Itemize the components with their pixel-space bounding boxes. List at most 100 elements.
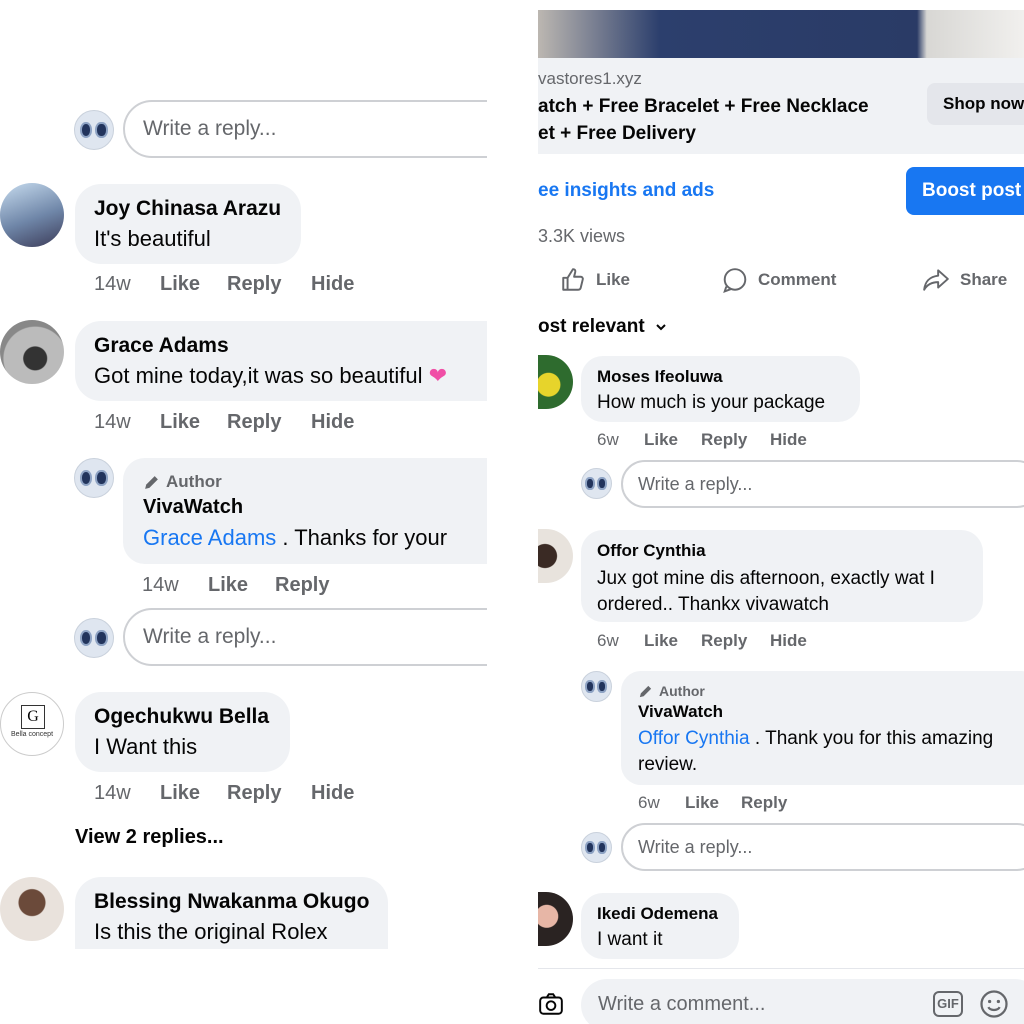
link-preview[interactable]: vastores1.xyz atch + Free Bracelet + Fre… [538,58,1024,154]
comment-action[interactable]: Comment [722,267,836,293]
hide-link[interactable]: Hide [770,631,807,651]
comment-author[interactable]: Moses Ifeoluwa [597,367,860,387]
comment-bubble: Joy Chinasa Arazu It's beautiful [75,184,301,264]
reply-input[interactable]: Write a reply... [621,823,1024,871]
comment-time: 6w [597,631,619,650]
comment-text: Got mine today,it was so beautiful ❤ [94,363,448,388]
author-name[interactable]: VivaWatch [143,496,487,519]
reply-link[interactable]: Reply [741,793,787,813]
like-link[interactable]: Like [208,574,275,597]
views-count: 3.3K views [538,226,626,246]
comment-bubble: Ogechukwu Bella I Want this [75,692,290,772]
reply-input[interactable]: Write a reply... [123,608,487,666]
reply-link[interactable]: Reply [227,273,311,296]
author-reply-bubble: Author VivaWatch Offor Cynthia . Thank y… [621,671,1024,785]
page-avatar [581,671,612,702]
comment-time: 14w [142,574,179,596]
reply-input[interactable]: Write a reply... [123,100,487,158]
thumbs-up-icon [560,267,586,293]
avatar[interactable] [538,892,573,946]
left-comments-panel: Write a reply... Joy Chinasa Arazu It's … [0,0,487,1024]
chevron-down-icon [655,323,667,331]
like-link[interactable]: Like [685,793,741,813]
page-avatar [581,468,612,499]
sort-dropdown[interactable]: ost relevant [538,316,667,338]
comment-bubble: Offor Cynthia Jux got mine dis afternoon… [581,530,983,622]
comment-time: 6w [638,793,660,812]
link-title: atch + Free Bracelet + Free Necklace et … [538,96,869,144]
mention-link[interactable]: Offor Cynthia [638,728,750,749]
like-link[interactable]: Like [644,430,701,450]
comment-meta: 14w Like Reply [142,574,329,597]
comment-text: I Want this [94,734,198,759]
pen-icon [638,684,653,699]
reply-link[interactable]: Reply [227,782,311,805]
like-link[interactable]: Like [160,273,227,296]
comment-text: Jux got mine dis afternoon, exactly wat … [597,568,935,615]
shop-now-button[interactable]: Shop now [927,83,1024,125]
hide-link[interactable]: Hide [311,782,354,805]
reply-placeholder: Write a reply... [638,473,753,494]
author-tag: Author [143,472,487,492]
comment-author[interactable]: Ikedi Odemena [597,904,739,924]
comment-bubble: Grace Adams Got mine today,it was so bea… [75,321,487,401]
emoji-icon[interactable] [979,989,1009,1019]
composer-divider [538,968,1024,969]
reply-placeholder: Write a reply... [638,836,753,857]
hide-link[interactable]: Hide [311,411,354,434]
comment-author[interactable]: Blessing Nwakanma Okugo [94,890,388,914]
post-image[interactable] [538,10,1024,58]
hide-link[interactable]: Hide [770,430,807,450]
link-domain: vastores1.xyz [538,69,642,88]
avatar[interactable] [538,355,573,409]
comment-author[interactable]: Joy Chinasa Arazu [94,197,301,221]
comment-bubble: Moses Ifeoluwa How much is your package [581,356,860,422]
hide-link[interactable]: Hide [311,273,354,296]
page-avatar [74,618,114,658]
comment-text: Is this the original Rolex [94,919,328,944]
comment-time: 14w [94,411,131,433]
reply-placeholder: Write a reply... [143,625,277,648]
comment-bubble: Ikedi Odemena I want it [581,893,739,959]
camera-icon[interactable] [538,991,564,1017]
share-icon [922,267,950,293]
comment-author[interactable]: Ogechukwu Bella [94,705,290,729]
like-link[interactable]: Like [644,631,701,651]
reply-link[interactable]: Reply [227,411,311,434]
comment-meta: 6w Like Reply Hide [597,631,807,651]
reply-link[interactable]: Reply [701,631,770,651]
reply-input[interactable]: Write a reply... [621,460,1024,508]
comment-meta: 14w Like Reply Hide [94,782,354,805]
like-link[interactable]: Like [160,411,227,434]
comment-input[interactable]: Write a comment... GIF [581,979,1024,1024]
avatar[interactable]: G Bella concept [0,692,64,756]
comment-author[interactable]: Offor Cynthia [597,541,983,561]
reply-link[interactable]: Reply [701,430,770,450]
like-link[interactable]: Like [160,782,227,805]
comment-time: 14w [94,782,131,804]
avatar[interactable] [0,320,64,384]
comment-text: It's beautiful [94,226,211,251]
boost-post-button[interactable]: Boost post [906,167,1024,215]
reply-link[interactable]: Reply [275,574,329,597]
mention-link[interactable]: Grace Adams [143,525,276,550]
bella-concept-logo: G [21,705,45,729]
comment-bubble: Blessing Nwakanma Okugo Is this the orig… [75,877,388,949]
reply-text: Offor Cynthia . Thank you for this amazi… [638,728,994,775]
insights-link[interactable]: ee insights and ads [538,180,714,202]
gif-icon[interactable]: GIF [933,991,963,1017]
page-avatar [74,110,114,150]
comment-text: I want it [597,929,663,950]
comment-placeholder: Write a comment... [598,993,766,1015]
comment-author[interactable]: Grace Adams [94,334,487,358]
share-action[interactable]: Share [922,267,1007,293]
pen-icon [143,474,160,491]
avatar[interactable] [0,183,64,247]
avatar[interactable] [538,529,573,583]
view-replies-link[interactable]: View 2 replies... [75,826,224,849]
author-reply-bubble: Author VivaWatch Grace Adams . Thanks fo… [123,458,487,564]
author-name[interactable]: VivaWatch [638,702,1024,722]
avatar[interactable] [0,877,64,941]
reply-text: Grace Adams . Thanks for your [143,525,448,550]
like-action[interactable]: Like [560,267,630,293]
